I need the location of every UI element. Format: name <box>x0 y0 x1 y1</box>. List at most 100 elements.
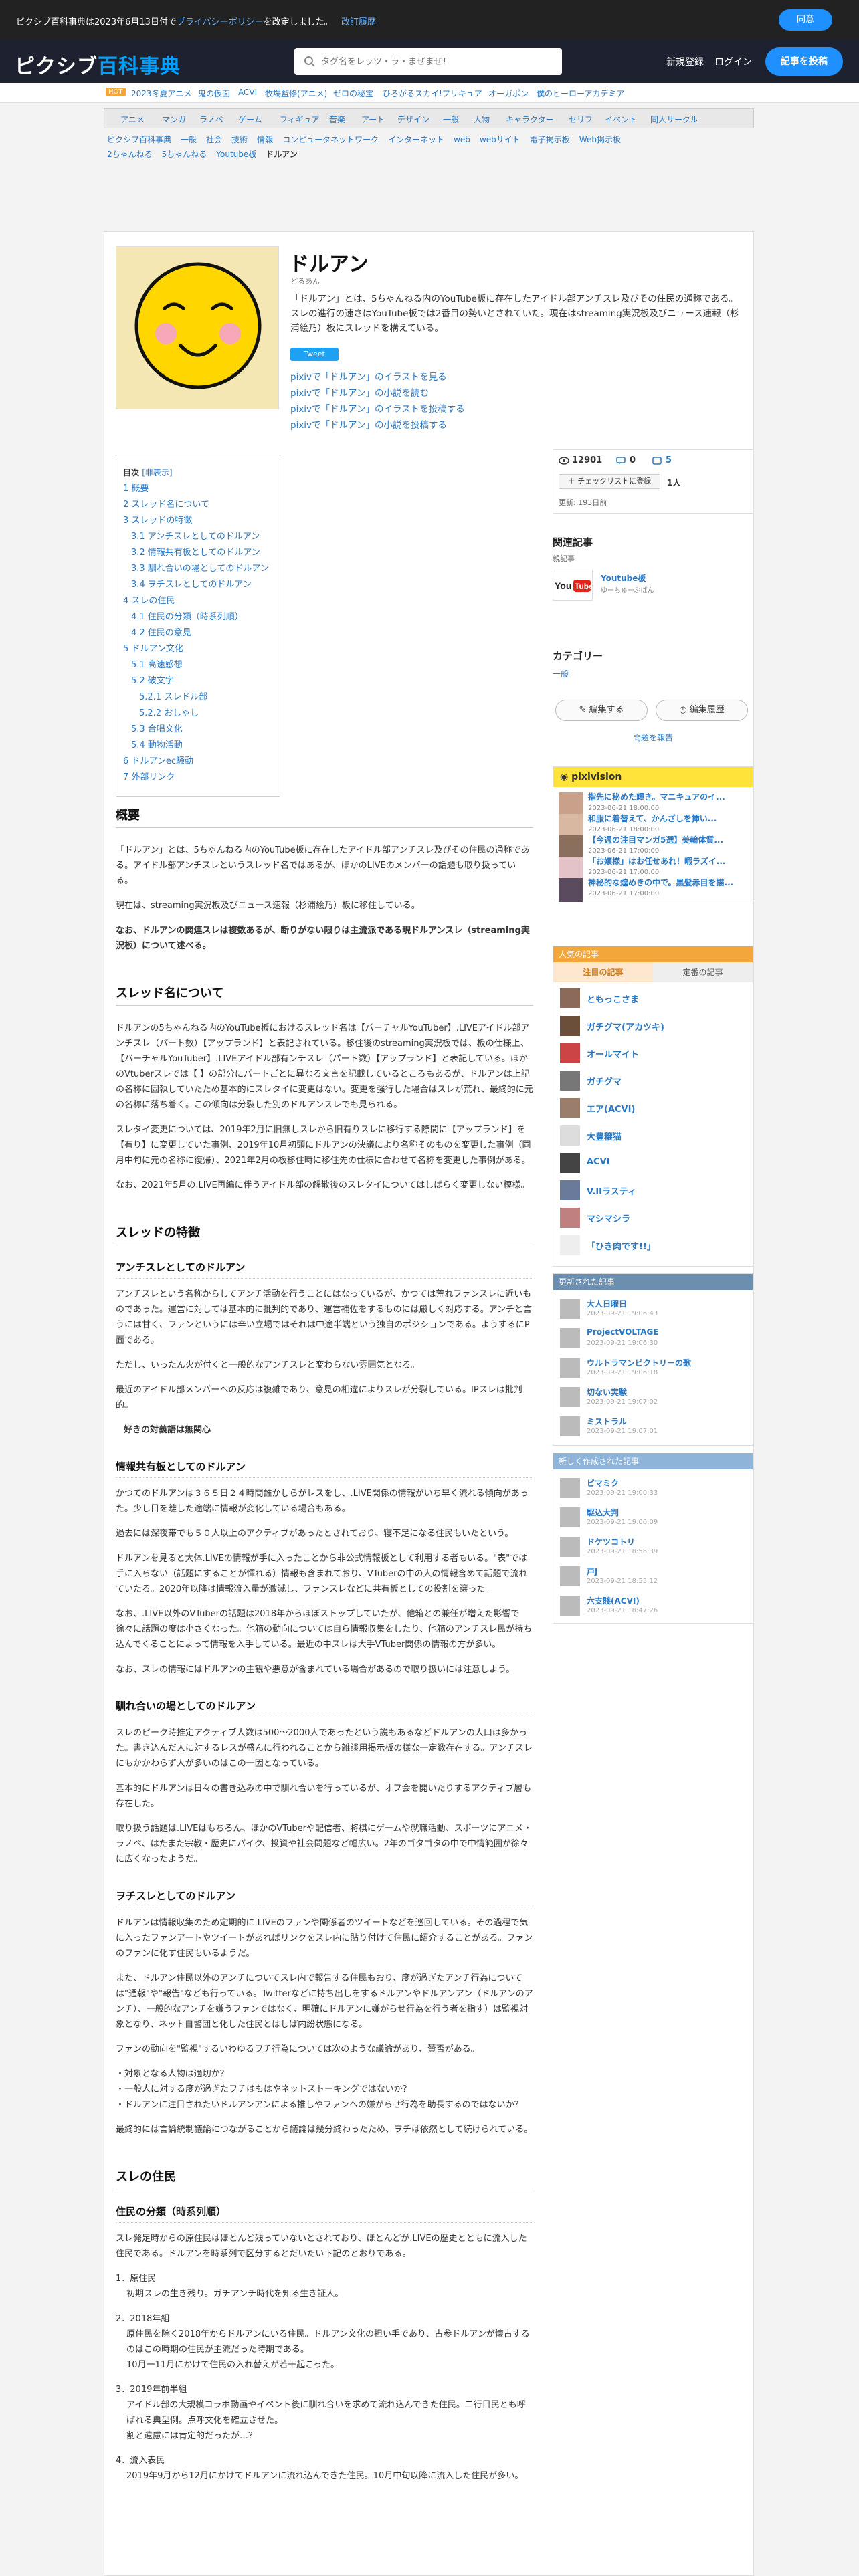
popular-item[interactable]: ガチグマ <box>560 1069 747 1093</box>
toc-item[interactable]: 6 ドルアンec騒動 <box>123 754 273 770</box>
article-item[interactable]: 六支賤(ACVI) 2023-09-21 18:47:26 <box>560 1594 747 1618</box>
category-link[interactable]: 一般 <box>553 668 753 679</box>
breadcrumb-item[interactable]: webサイト <box>480 135 520 144</box>
category-item[interactable]: 一般 <box>443 114 459 125</box>
toc-item[interactable]: 2 スレッド名について <box>123 497 273 513</box>
edit-history-button[interactable]: ◷ 編集履歴 <box>656 700 748 721</box>
popular-item[interactable]: ガチグマ(アカツキ) <box>560 1014 747 1038</box>
comment-icon[interactable] <box>616 457 626 465</box>
trending-item[interactable]: 牧場監修(アニメ) <box>265 88 327 99</box>
toc-item[interactable]: 5.2 破文字 <box>123 673 273 689</box>
article-item[interactable]: 戸J 2023-09-21 18:55:12 <box>560 1564 747 1588</box>
toc-item[interactable]: 4.2 住民の意見 <box>123 625 273 641</box>
parent-article-link[interactable]: Youtube板 <box>601 572 646 584</box>
toc-item[interactable]: 5.1 高速感想 <box>123 657 273 673</box>
category-item[interactable]: アート <box>361 114 385 125</box>
article-item[interactable]: 駆込大判 2023-09-21 19:00:09 <box>560 1505 747 1529</box>
pixiv-link[interactable]: pixivで「ドルアン」のイラストを見る <box>290 369 465 385</box>
popular-item[interactable]: マシマシラ <box>560 1206 747 1230</box>
category-item[interactable]: イベント <box>605 114 637 125</box>
cookie-agree-button[interactable]: 同意 <box>779 9 832 31</box>
login-link[interactable]: ログイン <box>714 55 752 68</box>
site-logo[interactable]: ピクシブ百科事典 <box>15 49 181 79</box>
popular-item[interactable]: エア(ACVI) <box>560 1096 747 1120</box>
add-to-checklist-button[interactable]: ＋ チェックリストに登録 <box>559 474 660 489</box>
toc-item[interactable]: 3 スレッドの特徴 <box>123 513 273 529</box>
toc-item[interactable]: 4 スレの住民 <box>123 593 273 609</box>
toc-toggle[interactable]: [非表示] <box>142 468 172 477</box>
trending-item[interactable]: オーガポン <box>488 88 529 99</box>
popular-item[interactable]: ともっこさま <box>560 986 747 1010</box>
category-item[interactable]: セリフ <box>569 114 593 125</box>
tweet-button[interactable]: Tweet <box>290 348 339 361</box>
youtube-logo-image[interactable]: You Tube <box>553 570 593 601</box>
toc-item[interactable]: 3.3 馴れ合いの場としてのドルアン <box>123 561 273 577</box>
toc-item[interactable]: 1 概要 <box>123 481 273 497</box>
article-item[interactable]: ミストラル 2023-09-21 19:07:01 <box>560 1414 747 1438</box>
edit-button[interactable]: ✎ 編集する <box>555 700 648 721</box>
breadcrumb-item[interactable]: 電子掲示板 <box>530 135 570 144</box>
breadcrumb-item[interactable]: Web掲示板 <box>579 135 621 144</box>
breadcrumb-item[interactable]: Youtube板 <box>216 150 256 159</box>
toc-item[interactable]: 3.1 アンチスレとしてのドルアン <box>123 529 273 545</box>
breadcrumb-item[interactable]: ピクシブ百科事典 <box>107 135 171 144</box>
breadcrumb-item[interactable]: インターネット <box>388 135 444 144</box>
popular-item[interactable]: V.IIラスティ <box>560 1178 747 1202</box>
toc-item[interactable]: 7 外部リンク <box>123 770 273 786</box>
category-item[interactable]: アニメ <box>120 114 145 125</box>
tab-popular[interactable]: 注目の記事 <box>553 962 653 982</box>
pixiv-link[interactable]: pixivで「ドルアン」の小説を読む <box>290 385 465 401</box>
pixiv-icon[interactable] <box>652 457 662 465</box>
breadcrumb-item[interactable]: コンピュータネットワーク <box>282 135 379 144</box>
pixiv-link[interactable]: pixivで「ドルアン」のイラストを投稿する <box>290 401 465 417</box>
breadcrumb-item[interactable]: 一般 <box>181 135 197 144</box>
pixivision-item[interactable]: 神秘的な煌めきの中で。黒髪赤目を描... 2023-06-21 17:00:00 <box>559 877 749 903</box>
pixiv-link[interactable]: pixivで「ドルアン」の小説を投稿する <box>290 417 465 433</box>
category-item[interactable]: マンガ <box>162 114 186 125</box>
toc-item[interactable]: 5.4 動物活動 <box>123 738 273 754</box>
trending-item[interactable]: 鬼の仮面 <box>198 88 230 99</box>
breadcrumb-item[interactable]: web <box>454 135 470 144</box>
toc-item[interactable]: 3.4 ヲチスレとしてのドルアン <box>123 577 273 593</box>
trending-item[interactable]: ひろがるスカイ!プリキュア <box>383 88 482 99</box>
popular-item[interactable]: ACVI <box>560 1151 747 1175</box>
toc-item[interactable]: 4.1 住民の分類（時系列順） <box>123 609 273 625</box>
category-item[interactable]: 音楽 <box>329 114 345 125</box>
toc-item[interactable]: 3.2 情報共有板としてのドルアン <box>123 545 273 561</box>
category-item[interactable]: フィギュア <box>280 114 320 125</box>
toc-item[interactable]: 5.3 合唱文化 <box>123 722 273 738</box>
article-item[interactable]: ドケツコトリ 2023-09-21 18:56:39 <box>560 1535 747 1559</box>
trending-item[interactable]: 僕のヒーローアカデミア <box>537 88 625 99</box>
article-item[interactable]: 大人日曜日 2023-09-21 19:06:43 <box>560 1297 747 1321</box>
article-item[interactable]: ウルトラマンビクトリーの歌 2023-09-21 19:06:18 <box>560 1356 747 1380</box>
toc-item[interactable]: 5.2.1 スレドル部 <box>123 689 273 706</box>
toc-item[interactable]: 5.2.2 おしゃし <box>123 706 273 722</box>
category-item[interactable]: キャラクター <box>506 114 554 125</box>
category-item[interactable]: 人物 <box>474 114 490 125</box>
search-input[interactable] <box>321 53 549 70</box>
breadcrumb-item[interactable]: 社会 <box>206 135 222 144</box>
revision-history-link[interactable]: 改訂履歴 <box>341 17 376 27</box>
popular-item[interactable]: 大豊穣猫 <box>560 1123 747 1148</box>
breadcrumb-item[interactable]: 2ちゃんねる <box>107 150 153 159</box>
article-item[interactable]: ProjectVOLTAGE 2023-09-21 19:06:30 <box>560 1326 747 1350</box>
category-item[interactable]: デザイン <box>397 114 430 125</box>
popular-item[interactable]: 「ひき肉です!!」 <box>560 1233 747 1257</box>
breadcrumb-item[interactable]: 5ちゃんねる <box>162 150 207 159</box>
post-article-button[interactable]: 記事を投稿 <box>765 47 843 76</box>
trending-item[interactable]: 2023冬夏アニメ <box>131 88 191 99</box>
category-item[interactable]: 同人サークル <box>650 114 698 125</box>
category-item[interactable]: ラノベ <box>199 114 223 125</box>
toc-item[interactable]: 5 ドルアン文化 <box>123 641 273 657</box>
category-item[interactable]: ゲーム <box>238 114 262 125</box>
privacy-policy-link[interactable]: プライバシーポリシー <box>177 17 264 27</box>
trending-item[interactable]: ゼロの秘宝 <box>333 88 373 99</box>
trending-item[interactable]: ACVI <box>238 88 257 97</box>
report-issue-link[interactable]: 問題を報告 <box>553 732 753 743</box>
tab-standard[interactable]: 定番の記事 <box>653 962 753 982</box>
register-link[interactable]: 新規登録 <box>666 55 704 68</box>
article-item[interactable]: 切ない実験 2023-09-21 19:07:02 <box>560 1385 747 1409</box>
breadcrumb-item[interactable]: 情報 <box>257 135 273 144</box>
popular-item[interactable]: オールマイト <box>560 1041 747 1065</box>
article-item[interactable]: ビマミク 2023-09-21 19:00:33 <box>560 1476 747 1500</box>
